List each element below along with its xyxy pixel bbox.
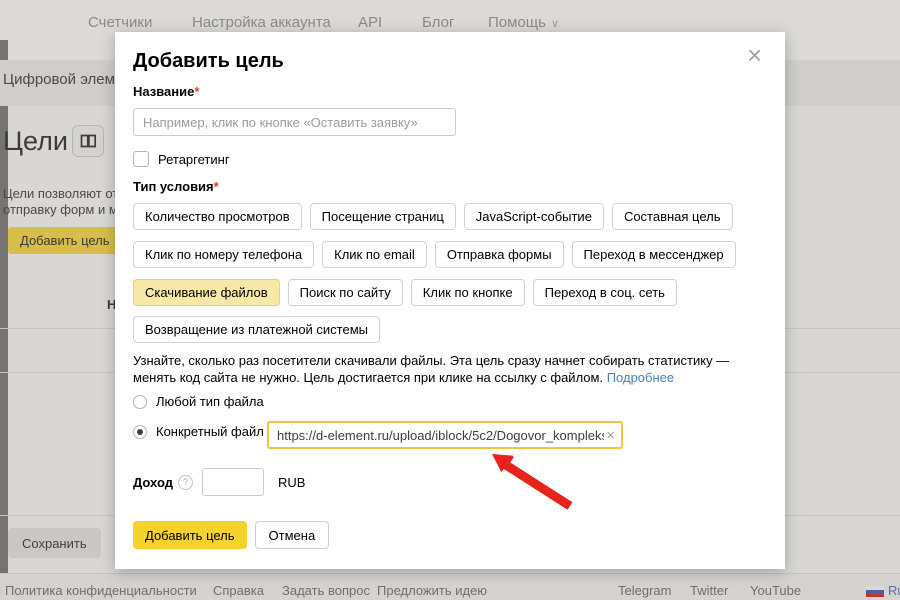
footer-twitter-link[interactable]: Twitter bbox=[690, 583, 728, 598]
save-button[interactable]: Сохранить bbox=[8, 528, 101, 558]
language-switcher[interactable]: Ru bbox=[888, 583, 900, 598]
required-asterisk: * bbox=[214, 179, 219, 194]
required-asterisk: * bbox=[194, 84, 199, 99]
condition-row-1: Количество просмотров Посещение страниц … bbox=[133, 203, 733, 230]
radio-unselected-icon[interactable] bbox=[133, 395, 147, 409]
background-add-goal-button[interactable]: Добавить цель bbox=[8, 227, 122, 254]
footer-help-link[interactable]: Справка bbox=[213, 583, 264, 598]
name-label: Название* bbox=[133, 84, 199, 99]
condition-chip-file-download-selected[interactable]: Скачивание файлов bbox=[133, 279, 280, 306]
nav-help[interactable]: Помощь ∨ bbox=[488, 14, 559, 31]
condition-row-4: Возвращение из платежной системы bbox=[133, 316, 380, 343]
condition-chip-js-event[interactable]: JavaScript-событие bbox=[464, 203, 604, 230]
question-icon[interactable]: ? bbox=[178, 475, 193, 490]
condition-chip-pageviews[interactable]: Количество просмотров bbox=[133, 203, 302, 230]
page-left-edge bbox=[0, 40, 8, 573]
condition-chip-button-click[interactable]: Клик по кнопке bbox=[411, 279, 525, 306]
retargeting-checkbox-row[interactable]: Ретаргетинг bbox=[133, 151, 230, 167]
footer-suggest-link[interactable]: Предложить идею bbox=[377, 583, 487, 598]
condition-row-2: Клик по номеру телефона Клик по email От… bbox=[133, 241, 736, 268]
goals-help-button[interactable] bbox=[72, 125, 104, 157]
condition-chip-phone-click[interactable]: Клик по номеру телефона bbox=[133, 241, 314, 268]
add-goal-dialog: Добавить цель × Название* Ретаргетинг Ти… bbox=[115, 32, 785, 569]
condition-chip-email-click[interactable]: Клик по email bbox=[322, 241, 427, 268]
goal-name-input[interactable] bbox=[133, 108, 456, 136]
condition-type-label: Тип условия* bbox=[133, 179, 219, 194]
file-url-box: × bbox=[267, 421, 623, 449]
file-url-input[interactable] bbox=[269, 428, 606, 443]
footer-youtube-link[interactable]: YouTube bbox=[750, 583, 801, 598]
clear-icon[interactable]: × bbox=[606, 427, 621, 444]
condition-chip-site-search[interactable]: Поиск по сайту bbox=[288, 279, 403, 306]
condition-row-3: Скачивание файлов Поиск по сайту Клик по… bbox=[133, 279, 677, 306]
footer: Политика конфиденциальности Справка Зада… bbox=[0, 573, 900, 600]
footer-privacy-link[interactable]: Политика конфиденциальности bbox=[5, 583, 197, 598]
income-label: Доход bbox=[133, 475, 173, 490]
add-goal-submit-button[interactable]: Добавить цель bbox=[133, 521, 247, 549]
book-icon bbox=[80, 134, 97, 148]
metrica-goals-screen: Счетчики Настройка аккаунта API Блог Пом… bbox=[0, 0, 900, 600]
checkbox-unchecked-icon[interactable] bbox=[133, 151, 149, 167]
condition-chip-form-submit[interactable]: Отправка формы bbox=[435, 241, 564, 268]
chevron-down-icon: ∨ bbox=[551, 18, 559, 30]
condition-type-label-text: Тип условия bbox=[133, 179, 214, 194]
cancel-button[interactable]: Отмена bbox=[255, 521, 330, 549]
nav-api[interactable]: API bbox=[358, 14, 382, 31]
income-row: Доход ? RUB bbox=[133, 468, 305, 496]
any-file-label: Любой тип файла bbox=[156, 394, 264, 409]
condition-chip-payment-return[interactable]: Возвращение из платежной системы bbox=[133, 316, 380, 343]
radio-selected-icon[interactable] bbox=[133, 425, 147, 439]
specific-file-radio-row[interactable]: Конкретный файл bbox=[133, 424, 264, 439]
dialog-buttons: Добавить цель Отмена bbox=[133, 521, 329, 549]
footer-telegram-link[interactable]: Telegram bbox=[618, 583, 671, 598]
condition-chip-messenger[interactable]: Переход в мессенджер bbox=[572, 241, 736, 268]
condition-chip-pagevisits[interactable]: Посещение страниц bbox=[310, 203, 456, 230]
more-link[interactable]: Подробнее bbox=[607, 370, 674, 385]
specific-file-label: Конкретный файл bbox=[156, 424, 264, 439]
income-input[interactable] bbox=[202, 468, 264, 496]
counter-name: Цифровой элеме bbox=[3, 71, 123, 88]
retargeting-label: Ретаргетинг bbox=[158, 152, 230, 167]
name-label-text: Название bbox=[133, 84, 194, 99]
footer-ask-link[interactable]: Задать вопрос bbox=[282, 583, 370, 598]
condition-description: Узнайте, сколько раз посетители скачивал… bbox=[133, 352, 765, 386]
condition-chip-composite[interactable]: Составная цель bbox=[612, 203, 733, 230]
goals-page-description: Цели позволяют от отправку форм и м bbox=[3, 186, 118, 218]
russia-flag-icon bbox=[866, 586, 884, 597]
page-title: Цели bbox=[3, 126, 68, 157]
nav-account-settings[interactable]: Настройка аккаунта bbox=[192, 14, 331, 31]
nav-counters[interactable]: Счетчики bbox=[88, 14, 152, 31]
dialog-title: Добавить цель bbox=[133, 50, 284, 73]
nav-blog[interactable]: Блог bbox=[422, 14, 454, 31]
nav-help-label: Помощь bbox=[488, 14, 546, 31]
condition-chip-social[interactable]: Переход в соц. сеть bbox=[533, 279, 677, 306]
any-file-radio-row[interactable]: Любой тип файла bbox=[133, 394, 264, 409]
close-icon[interactable]: × bbox=[747, 42, 762, 68]
currency-label: RUB bbox=[278, 475, 305, 490]
